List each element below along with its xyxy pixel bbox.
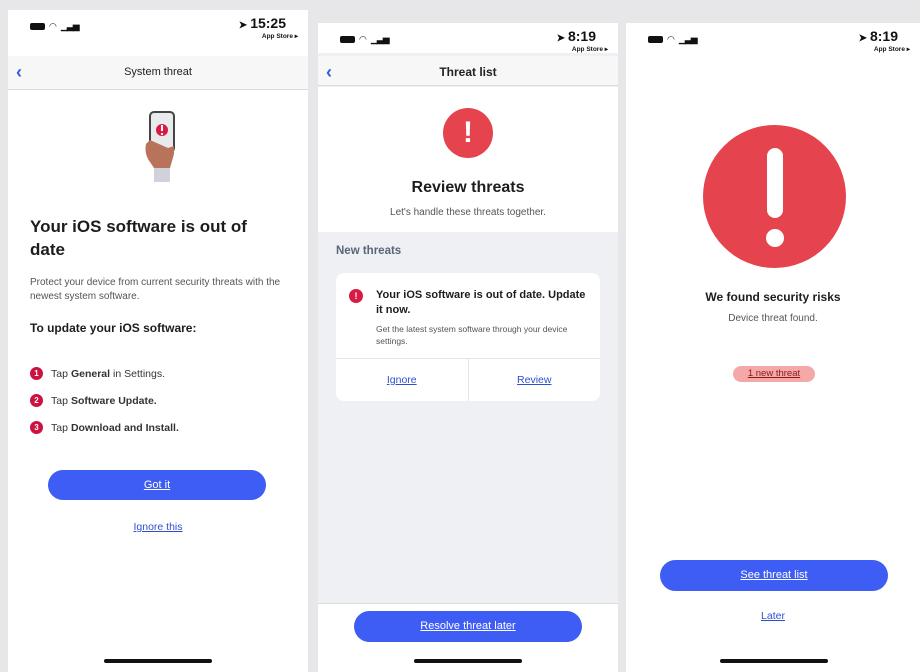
battery-icon — [340, 36, 355, 43]
later-link[interactable]: Later — [626, 610, 920, 622]
step-item: 1 Tap General in Settings. — [30, 360, 182, 387]
wifi-icon: ◠ — [49, 21, 57, 31]
section-title: New threats — [336, 245, 402, 257]
time-text: 15:25 — [250, 15, 286, 31]
alert-icon: ! — [443, 108, 493, 158]
threat-description: Get the latest system software through y… — [376, 324, 568, 346]
resolve-later-button[interactable]: Resolve threat later — [354, 611, 582, 642]
step-item: 2 Tap Software Update. — [30, 387, 182, 414]
step-bold-text: Download and Install. — [70, 421, 179, 434]
signal-indicators: ◠ ▁▃▅ — [340, 34, 390, 44]
exclamation-icon — [703, 125, 846, 268]
status-bar: ◠ ▁▃▅ ➤ 8:19 App Store ▸ — [318, 23, 618, 53]
location-icon: ➤ — [238, 20, 248, 31]
back-to-app-store[interactable]: App Store ▸ — [262, 32, 298, 40]
time-text: 8:19 — [567, 28, 596, 44]
status-bar: ◠ ▁▃▅ ➤ 8:19 App Store ▸ — [626, 23, 920, 53]
clock: ➤ 8:19 — [557, 28, 596, 44]
threat-card: ! Your iOS software is out of date. Upda… — [336, 273, 600, 401]
step-text: Tap — [51, 367, 68, 380]
threat-title: Your iOS software is out of date. Update… — [376, 289, 586, 316]
step-text: in Settings. — [113, 367, 165, 380]
step-item: 3 Tap Download and Install. — [30, 414, 182, 441]
got-it-button[interactable]: Got it — [48, 470, 266, 500]
battery-icon — [30, 23, 45, 30]
page-heading: Your iOS software is out of date — [30, 217, 247, 259]
exclamation-dot — [766, 229, 784, 247]
step-number-badge: 1 — [30, 367, 43, 380]
wifi-icon: ◠ — [667, 34, 675, 44]
signal-indicators: ◠ ▁▃▅ — [648, 34, 698, 44]
page-heading: We found security risks — [705, 290, 841, 304]
signal-indicators: ◠ ▁▃▅ — [30, 21, 80, 31]
home-indicator[interactable] — [720, 659, 828, 663]
page-subheading: Device threat found. — [728, 313, 818, 324]
step-number-badge: 3 — [30, 421, 43, 434]
clock: ➤ 8:19 — [859, 28, 898, 44]
nav-title: System threat — [124, 66, 192, 78]
wifi-icon: ◠ — [359, 34, 367, 44]
see-threat-list-button[interactable]: See threat list — [660, 560, 888, 591]
cellular-icon: ▁▃▅ — [370, 34, 390, 44]
cellular-icon: ▁▃▅ — [60, 21, 80, 31]
location-icon: ➤ — [858, 33, 867, 44]
back-to-app-store[interactable]: App Store ▸ — [874, 45, 910, 53]
home-indicator[interactable] — [414, 659, 522, 663]
step-text: Tap — [51, 421, 68, 434]
nav-title: Threat list — [439, 65, 497, 79]
page-subheading: Let's handle these threats together. — [390, 207, 546, 218]
review-button[interactable]: Review — [469, 359, 601, 401]
step-bold-text: Software Update. — [70, 394, 157, 407]
step-number-badge: 2 — [30, 394, 43, 407]
screen-security-risks: ◠ ▁▃▅ ➤ 8:19 App Store ▸ We found securit… — [626, 23, 920, 672]
nav-bar: ‹ Threat list — [318, 56, 618, 86]
status-bar: ◠ ▁▃▅ ➤ 15:25 App Store ▸ — [8, 10, 308, 40]
page-description: Protect your device from current securit… — [30, 277, 281, 302]
phone-in-hand-illustration — [145, 111, 175, 182]
time-text: 8:19 — [869, 28, 898, 44]
step-text: Tap — [51, 394, 68, 407]
page-heading: Review threats — [411, 179, 525, 196]
threat-count-badge[interactable]: 1 new threat — [733, 366, 815, 382]
clock: ➤ 15:25 — [239, 15, 286, 31]
alert-icon: ! — [349, 289, 363, 303]
home-indicator[interactable] — [104, 659, 212, 663]
screen-system-threat: ◠ ▁▃▅ ➤ 15:25 App Store ▸ ‹ System threat… — [8, 10, 308, 672]
location-icon: ➤ — [556, 33, 565, 44]
review-header: ! Review threats Let's handle these thre… — [318, 87, 618, 232]
step-bold-text: General — [70, 367, 111, 380]
steps-list: 1 Tap General in Settings. 2 Tap Software U… — [30, 360, 182, 441]
screen-threat-list: ◠ ▁▃▅ ➤ 8:19 App Store ▸ ‹ Threat list ! … — [318, 23, 618, 672]
threat-actions: Ignore Review — [336, 358, 600, 401]
nav-bar: ‹ System threat — [8, 56, 308, 90]
back-to-app-store[interactable]: App Store ▸ — [572, 45, 608, 53]
cellular-icon: ▁▃▅ — [678, 34, 698, 44]
exclamation-bar — [767, 148, 783, 218]
battery-icon — [648, 36, 663, 43]
instructions-heading: To update your iOS software: — [30, 321, 197, 335]
ignore-this-link[interactable]: Ignore this — [8, 521, 308, 533]
ignore-button[interactable]: Ignore — [336, 359, 469, 401]
